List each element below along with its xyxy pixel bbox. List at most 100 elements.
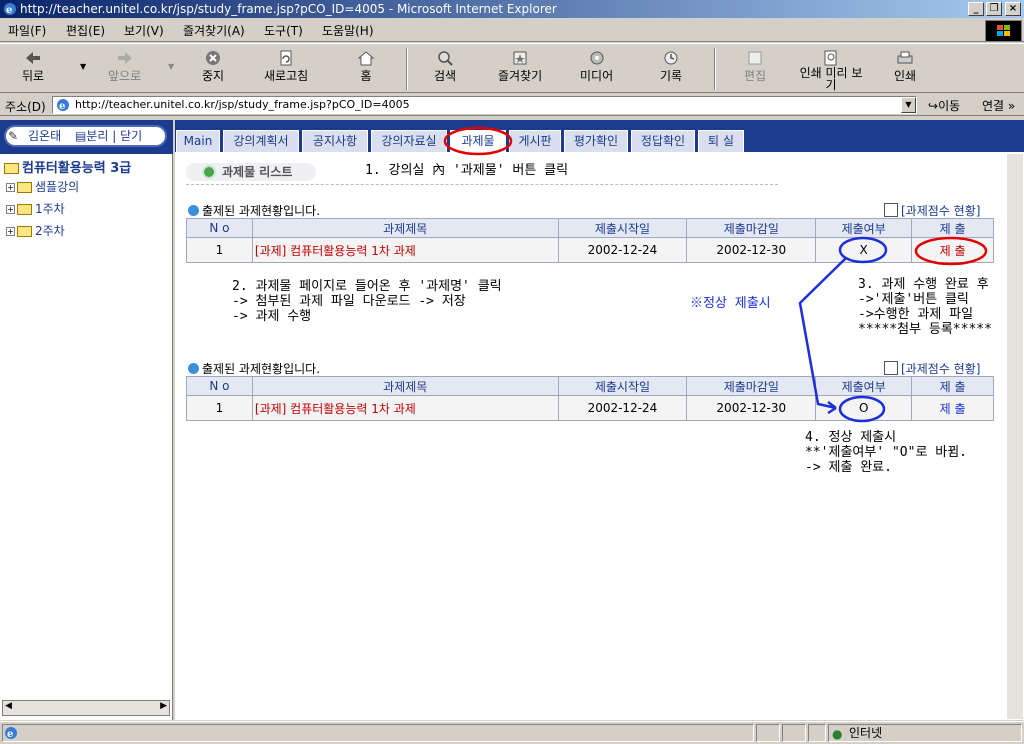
expand-icon[interactable]: + [6, 205, 15, 214]
media-button[interactable]: 미디어 [580, 50, 613, 84]
expand-icon[interactable]: + [6, 183, 15, 192]
assignment-table-2: N o 과제제목 제출시작일 제출마감일 제출여부 제 출 1 [과제] 컴퓨터… [186, 376, 994, 421]
step2-line2: -> 첨부된 과제 파일 다운로드 -> 저장 [232, 294, 466, 309]
tab-evaluation[interactable]: 평가확인 [564, 130, 628, 152]
window-title-bar[interactable]: e http://teacher.unitel.co.kr/jsp/study_… [0, 0, 1024, 18]
dotted-divider [186, 184, 778, 185]
scroll-right-icon[interactable]: ▶ [160, 701, 167, 711]
history-icon [664, 51, 678, 65]
forward-button[interactable]: 앞으로 [108, 50, 141, 84]
back-dropdown-icon[interactable]: ▼ [80, 62, 86, 71]
tab-assignments[interactable]: 과제물 [450, 130, 506, 152]
vertical-scrollbar[interactable] [1007, 154, 1023, 719]
page-icon: e [57, 99, 69, 112]
tree-item-week2[interactable]: +2주차 [6, 222, 65, 239]
assignment-title-link[interactable]: [과제] 컴퓨터활용능력 1차 과제 [251, 237, 559, 263]
left-horizontal-scrollbar[interactable]: ◀ ▶ [2, 700, 170, 716]
home-icon [357, 51, 375, 66]
links-button[interactable]: 연결 » [982, 97, 1015, 114]
address-label: 주소(D) [5, 100, 46, 114]
tab-board[interactable]: 게시판 [509, 130, 561, 152]
course-root[interactable]: 컴퓨터활용능력 3급 [4, 157, 131, 176]
address-dropdown-icon[interactable]: ▼ [901, 97, 916, 113]
menu-view[interactable]: 보기(V) [124, 22, 164, 39]
close-button[interactable]: × [1005, 2, 1021, 16]
list-title: 과제물 리스트 [222, 165, 293, 179]
print-preview-icon [824, 50, 837, 66]
go-label: 이동 [938, 99, 961, 113]
stop-button[interactable]: 중지 [202, 50, 224, 84]
step4-line3: -> 제출 완료. [805, 460, 892, 475]
favorites-button[interactable]: 즐겨찾기 [498, 50, 542, 84]
step3-line2: ->'제출'버튼 클릭 [858, 292, 969, 307]
tab-main[interactable]: Main [176, 130, 220, 152]
stop-icon [206, 51, 221, 65]
tab-syllabus[interactable]: 강의계획서 [223, 130, 299, 152]
expand-icon[interactable]: + [6, 227, 15, 236]
home-button[interactable]: 홈 [357, 50, 375, 84]
step3-line4: *****첨부 등록***** [858, 322, 992, 337]
step2-line1: 2. 과제물 페이지로 들어온 후 '과제명' 클릭 [232, 279, 502, 294]
score-link-2[interactable]: [과제점수 현황] [884, 360, 980, 377]
back-label: 뒤로 [22, 69, 45, 83]
printer-icon [897, 51, 913, 64]
window-title: http://teacher.unitel.co.kr/jsp/study_fr… [20, 2, 557, 16]
minimize-button[interactable]: _ [968, 2, 984, 16]
step3-line1: 3. 과제 수행 완료 후 [858, 277, 989, 292]
tree-item-week1[interactable]: +1주차 [6, 200, 65, 217]
tab-exit[interactable]: 퇴 실 [698, 130, 744, 152]
tree-item-sample[interactable]: + 샘플강의 [6, 178, 79, 195]
menu-tools[interactable]: 도구(T) [264, 22, 303, 39]
forward-arrow-icon [117, 52, 132, 64]
address-input[interactable]: e http://teacher.unitel.co.kr/jsp/study_… [52, 96, 917, 114]
toolbar-separator [714, 48, 716, 90]
search-button[interactable]: 검색 [434, 50, 456, 84]
refresh-icon [280, 50, 292, 66]
media-icon [590, 51, 604, 65]
print-button[interactable]: 인쇄 [894, 50, 916, 84]
maximize-button[interactable]: ❐ [986, 2, 1002, 16]
tab-baseline [175, 152, 1024, 154]
document-icon: ▤ [74, 129, 87, 143]
refresh-button[interactable]: 새로고침 [264, 50, 308, 84]
divider: | [108, 129, 121, 143]
menu-edit[interactable]: 편집(E) [66, 22, 105, 39]
menu-favorites[interactable]: 즐겨찾기(A) [183, 22, 245, 39]
favorites-icon [513, 51, 527, 65]
svg-text:e: e [59, 101, 65, 112]
step2-line3: -> 과제 수행 [232, 309, 312, 324]
table-header: N o 과제제목 제출시작일 제출마감일 제출여부 제 출 [186, 376, 994, 396]
split-link[interactable]: 분리 [86, 129, 108, 143]
tab-answers[interactable]: 정답확인 [631, 130, 695, 152]
table-row: 1 [과제] 컴퓨터활용능력 1차 과제 2002-12-24 2002-12-… [186, 237, 994, 263]
refresh-label: 새로고침 [264, 69, 309, 83]
favorites-label: 즐겨찾기 [498, 69, 543, 83]
status-cell [808, 724, 826, 742]
history-button[interactable]: 기록 [660, 50, 682, 84]
edit-button[interactable]: 편집 [744, 50, 766, 84]
back-button[interactable]: 뒤로 [22, 50, 44, 84]
status-cell [756, 724, 780, 742]
forward-dropdown-icon[interactable]: ▼ [168, 62, 174, 71]
submit-button[interactable]: 제 출 [911, 237, 994, 263]
back-arrow-icon [26, 52, 41, 64]
score-link-1[interactable]: [과제점수 현황] [884, 202, 980, 219]
address-url: http://teacher.unitel.co.kr/jsp/study_fr… [75, 98, 410, 111]
section-title-1: 출제된 과제현황입니다. [188, 202, 320, 219]
submit-button[interactable]: 제 출 [911, 395, 994, 421]
tab-notices[interactable]: 공지사항 [302, 130, 368, 152]
go-button[interactable]: ↪이동 [928, 97, 960, 114]
list-title-badge: 과제물 리스트 [186, 163, 316, 181]
menu-help[interactable]: 도움말(H) [322, 22, 374, 39]
forward-label: 앞으로 [108, 69, 142, 83]
tab-materials[interactable]: 강의자료실 [371, 130, 447, 152]
stop-label: 중지 [202, 69, 225, 83]
tree-label: 샘플강의 [35, 180, 80, 194]
folder-open-icon [4, 163, 19, 174]
print-preview-button[interactable]: 인쇄 미리 보기 [796, 50, 866, 91]
scroll-left-icon[interactable]: ◀ [5, 701, 12, 711]
menu-file[interactable]: 파일(F) [8, 22, 46, 39]
close-link[interactable]: 닫기 [120, 129, 142, 143]
assignment-title-link[interactable]: [과제] 컴퓨터활용능력 1차 과제 [251, 395, 559, 421]
section-title-2: 출제된 과제현황입니다. [188, 360, 320, 377]
